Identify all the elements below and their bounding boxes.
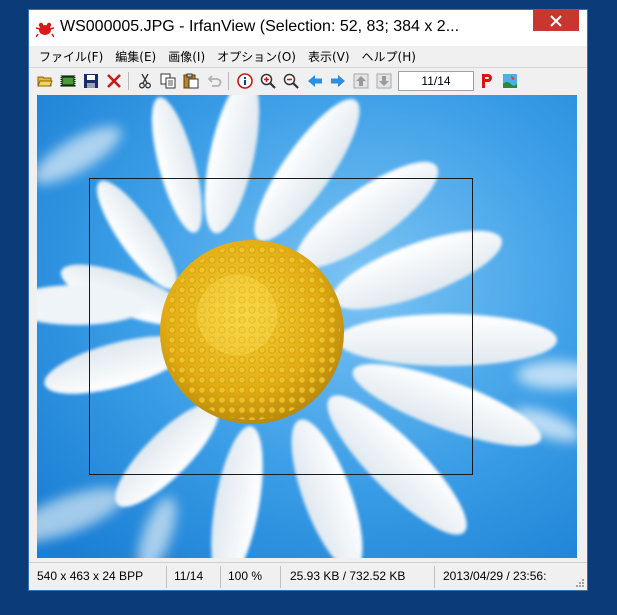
paste-icon [183,73,199,89]
irfanview-logo-icon [36,22,54,38]
menu-bar: ファイル(F) 編集(E) 画像(I) オプション(O) 表示(V) ヘルプ(H… [29,46,587,66]
status-divider [220,566,221,588]
title-bar[interactable]: WS000005.JPG - IrfanView (Selection: 52,… [29,10,587,46]
save-button[interactable] [81,71,101,91]
status-datetime: 2013/04/29 / 23:56: [443,569,547,583]
toolbar-divider [128,72,129,90]
status-zoom: 100 % [228,569,263,583]
undo-button[interactable] [204,71,224,91]
status-dimensions: 540 x 463 x 24 BPP [37,569,144,583]
first-page-icon [353,73,369,89]
cut-icon [139,73,151,89]
irfanview-window: WS000005.JPG - IrfanView (Selection: 52,… [28,9,588,591]
toolbar-divider [228,72,229,90]
next-button[interactable] [328,71,348,91]
info-button[interactable] [235,71,255,91]
menu-options[interactable]: オプション(O) [211,48,302,65]
zoom-out-button[interactable] [281,71,301,91]
last-page-icon [376,73,392,89]
selection-rectangle[interactable] [89,178,473,475]
window-title: WS000005.JPG - IrfanView (Selection: 52,… [60,18,460,35]
zoom-in-button[interactable] [258,71,278,91]
open-folder-icon [37,76,53,87]
menu-help[interactable]: ヘルプ(H) [356,48,422,65]
delete-button[interactable] [104,71,124,91]
next-arrow-icon [331,75,345,87]
previous-arrow-icon [308,75,322,87]
status-divider [166,566,167,588]
image-canvas[interactable] [37,95,577,558]
save-icon [84,74,98,88]
menu-image[interactable]: 画像(I) [162,48,211,65]
menu-view[interactable]: 表示(V) [302,48,356,65]
close-icon [550,14,562,27]
last-page-button[interactable] [374,71,394,91]
info-icon [237,73,253,89]
open-button[interactable] [35,71,55,91]
slideshow-icon [60,75,76,87]
paste-button[interactable] [181,71,201,91]
status-divider [434,566,435,588]
delete-icon [107,74,121,88]
paint-button[interactable] [500,71,520,91]
previous-button[interactable] [305,71,325,91]
zoom-in-icon [260,73,276,89]
menu-edit[interactable]: 編集(E) [109,48,162,65]
first-page-button[interactable] [351,71,371,91]
status-divider [280,566,281,588]
print-icon [482,74,492,88]
copy-icon [160,73,176,89]
close-button[interactable] [533,10,579,31]
status-filesize: 25.93 KB / 732.52 KB [290,569,406,583]
slideshow-button[interactable] [58,71,78,91]
toolbar: 11/14 [29,67,587,93]
menu-file[interactable]: ファイル(F) [33,48,109,65]
status-index: 11/14 [174,569,204,583]
cut-button[interactable] [135,71,155,91]
print-button[interactable] [477,71,497,91]
paint-icon [503,74,517,88]
status-bar: 540 x 463 x 24 BPP 11/14 100 % 25.93 KB … [29,562,587,590]
zoom-out-icon [283,73,299,89]
copy-button[interactable] [158,71,178,91]
page-index-field[interactable]: 11/14 [398,71,474,91]
resize-grip-icon[interactable] [575,578,585,588]
undo-icon [207,75,222,87]
